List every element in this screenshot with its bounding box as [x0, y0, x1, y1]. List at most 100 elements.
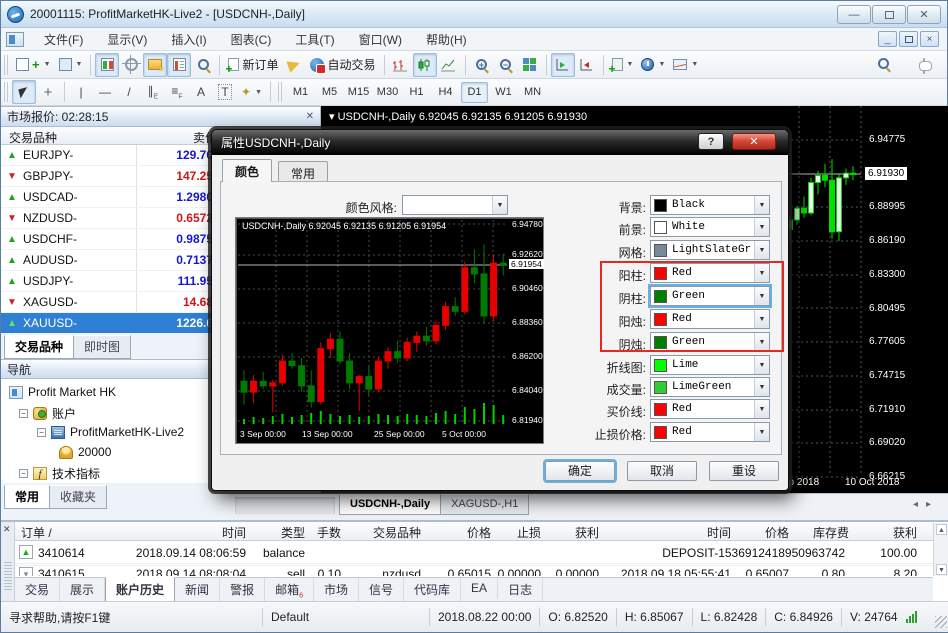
tf-m15[interactable]: M15 [345, 82, 372, 103]
tf-m1[interactable]: M1 [287, 82, 314, 103]
tab-experts[interactable]: EA [461, 578, 498, 599]
color-select-background[interactable]: Black▼ [650, 195, 770, 215]
tree-item-server[interactable]: −ProfitMarketHK-Live2 [37, 425, 184, 439]
toolbar-grip[interactable] [4, 55, 9, 75]
toolbar-grip2[interactable] [4, 82, 9, 102]
periods-button[interactable]: ▼ [637, 53, 669, 77]
chevron-down-icon[interactable]: ▼ [754, 241, 769, 259]
col-sl[interactable]: 止损 [497, 524, 541, 541]
menu-tools[interactable]: 工具(T) [283, 28, 346, 51]
chevron-down-icon[interactable]: ▼ [754, 356, 769, 374]
status-profile[interactable]: Default [271, 610, 421, 624]
menu-charts[interactable]: 图表(C) [219, 28, 284, 51]
autotrade-button[interactable]: 自动交易 [306, 53, 379, 77]
tf-h4[interactable]: H4 [432, 82, 459, 103]
dialog-tab-colors[interactable]: 颜色 [222, 159, 272, 182]
line-chart-button[interactable] [437, 53, 461, 77]
timeframes-grip[interactable] [278, 82, 283, 102]
terminal-toggle[interactable] [167, 53, 191, 77]
dialog-close-button[interactable]: ✕ [732, 133, 776, 150]
scroll-down-icon[interactable]: ▼ [936, 564, 947, 575]
collapse-icon[interactable]: − [19, 469, 28, 478]
tf-mn[interactable]: MN [519, 82, 546, 103]
data-window-button[interactable] [119, 53, 143, 77]
hline-tool[interactable]: — [93, 80, 117, 104]
search-icon[interactable] [878, 58, 889, 69]
vline-tool[interactable]: | [69, 80, 93, 104]
color-scheme-select[interactable]: ▼ [402, 195, 508, 215]
crosshair-tool[interactable]: + [36, 80, 60, 104]
tab-scroll-right-icon[interactable]: ▸ [926, 499, 939, 510]
terminal-close-icon[interactable]: ✕ [3, 524, 11, 535]
chevron-down-icon[interactable]: ▼ [754, 423, 769, 441]
tree-item-accounts[interactable]: −账户 [19, 405, 76, 422]
tab-code-base[interactable]: 代码库 [404, 578, 461, 602]
tf-h1[interactable]: H1 [403, 82, 430, 103]
tab-symbols[interactable]: 交易品种 [4, 335, 74, 359]
color-select-stop-levels[interactable]: Red▼ [650, 422, 770, 442]
chevron-down-icon[interactable]: ▼ [754, 287, 769, 305]
maximize-button[interactable] [872, 5, 906, 24]
scroll-up-icon[interactable]: ▲ [936, 524, 947, 535]
tf-m5[interactable]: M5 [316, 82, 343, 103]
fibonacci-tool[interactable]: ≡F [165, 80, 189, 104]
arrows-tool[interactable]: ✦▼ [237, 80, 266, 104]
auto-scroll-button[interactable] [551, 53, 575, 77]
label-tool[interactable]: T [213, 80, 237, 104]
dialog-help-button[interactable]: ? [698, 133, 724, 150]
color-select-line-chart[interactable]: Lime▼ [650, 355, 770, 375]
minimize-button[interactable]: — [837, 5, 871, 24]
dialog-tab-common[interactable]: 常用 [278, 161, 328, 182]
publisher-button[interactable] [282, 53, 306, 77]
channel-tool[interactable]: ∥E [141, 80, 165, 104]
collapse-icon[interactable]: − [19, 409, 28, 418]
history-row-order[interactable]: ▾ 3410615 2018.09.14 08:08:04 sell 0.10 … [15, 565, 933, 576]
tab-trade[interactable]: 交易 [15, 578, 60, 602]
tab-market[interactable]: 市场 [314, 578, 359, 602]
col-time[interactable]: 时间 [146, 524, 246, 541]
tf-m30[interactable]: M30 [374, 82, 401, 103]
tf-d1[interactable]: D1 [461, 82, 488, 103]
col-symbol[interactable]: 交易品种 [351, 524, 421, 541]
menu-file[interactable]: 文件(F) [32, 28, 95, 51]
terminal-grip[interactable] [4, 562, 12, 592]
chevron-down-icon[interactable]: ▼ [754, 400, 769, 418]
chevron-down-icon[interactable]: ▼ [754, 333, 769, 351]
color-select-bar-up[interactable]: Red▼ [650, 263, 770, 283]
tab-tick-chart[interactable]: 即时图 [73, 335, 131, 359]
tab-favorites[interactable]: 收藏夹 [49, 485, 107, 509]
tab-signals[interactable]: 信号 [359, 578, 404, 602]
new-order-button[interactable]: +新订单 [224, 53, 282, 77]
chat-icon[interactable] [923, 58, 925, 74]
menu-window[interactable]: 窗口(W) [347, 28, 414, 51]
col-price2[interactable]: 价格 [741, 524, 789, 541]
terminal-scrollbar[interactable]: ▲ ▼ [933, 523, 948, 576]
tab-account-history[interactable]: 账户历史 [105, 577, 175, 603]
chart-info-line[interactable]: ▾ USDCNH-,Daily 6.92045 6.92135 6.91205 … [329, 110, 587, 123]
tree-item-account[interactable]: 20000 [59, 445, 111, 459]
trendline-tool[interactable]: / [117, 80, 141, 104]
menu-view[interactable]: 显示(V) [95, 28, 159, 51]
market-watch-close-icon[interactable]: ✕ [306, 111, 314, 122]
col-time2[interactable]: 时间 [635, 524, 731, 541]
zoom-in-button[interactable]: + [470, 53, 494, 77]
color-select-bull-candle[interactable]: Red▼ [650, 309, 770, 329]
col-order[interactable]: 订单 / [21, 524, 52, 541]
color-select-bear-candle[interactable]: Green▼ [650, 332, 770, 352]
chart-tab-xagusd[interactable]: XAGUSD-,H1 [440, 494, 529, 515]
chart-restore-button[interactable] [899, 31, 918, 47]
col-price[interactable]: 价格 [433, 524, 491, 541]
col-tp[interactable]: 获利 [553, 524, 599, 541]
tab-news[interactable]: 新闻 [175, 578, 220, 602]
reset-button[interactable]: 重设 [709, 461, 779, 481]
text-tool[interactable]: A [189, 80, 213, 104]
tab-common[interactable]: 常用 [4, 485, 50, 509]
chevron-down-icon[interactable]: ▼ [492, 196, 507, 214]
col-lots[interactable]: 手数 [307, 524, 341, 541]
column-symbol[interactable]: 交易品种 [9, 129, 57, 146]
chevron-down-icon[interactable]: ▼ [754, 264, 769, 282]
zoom-out-button[interactable]: − [494, 53, 518, 77]
tab-journal[interactable]: 日志 [498, 578, 543, 602]
color-select-volumes[interactable]: LimeGreen▼ [650, 377, 770, 397]
cancel-button[interactable]: 取消 [627, 461, 697, 481]
